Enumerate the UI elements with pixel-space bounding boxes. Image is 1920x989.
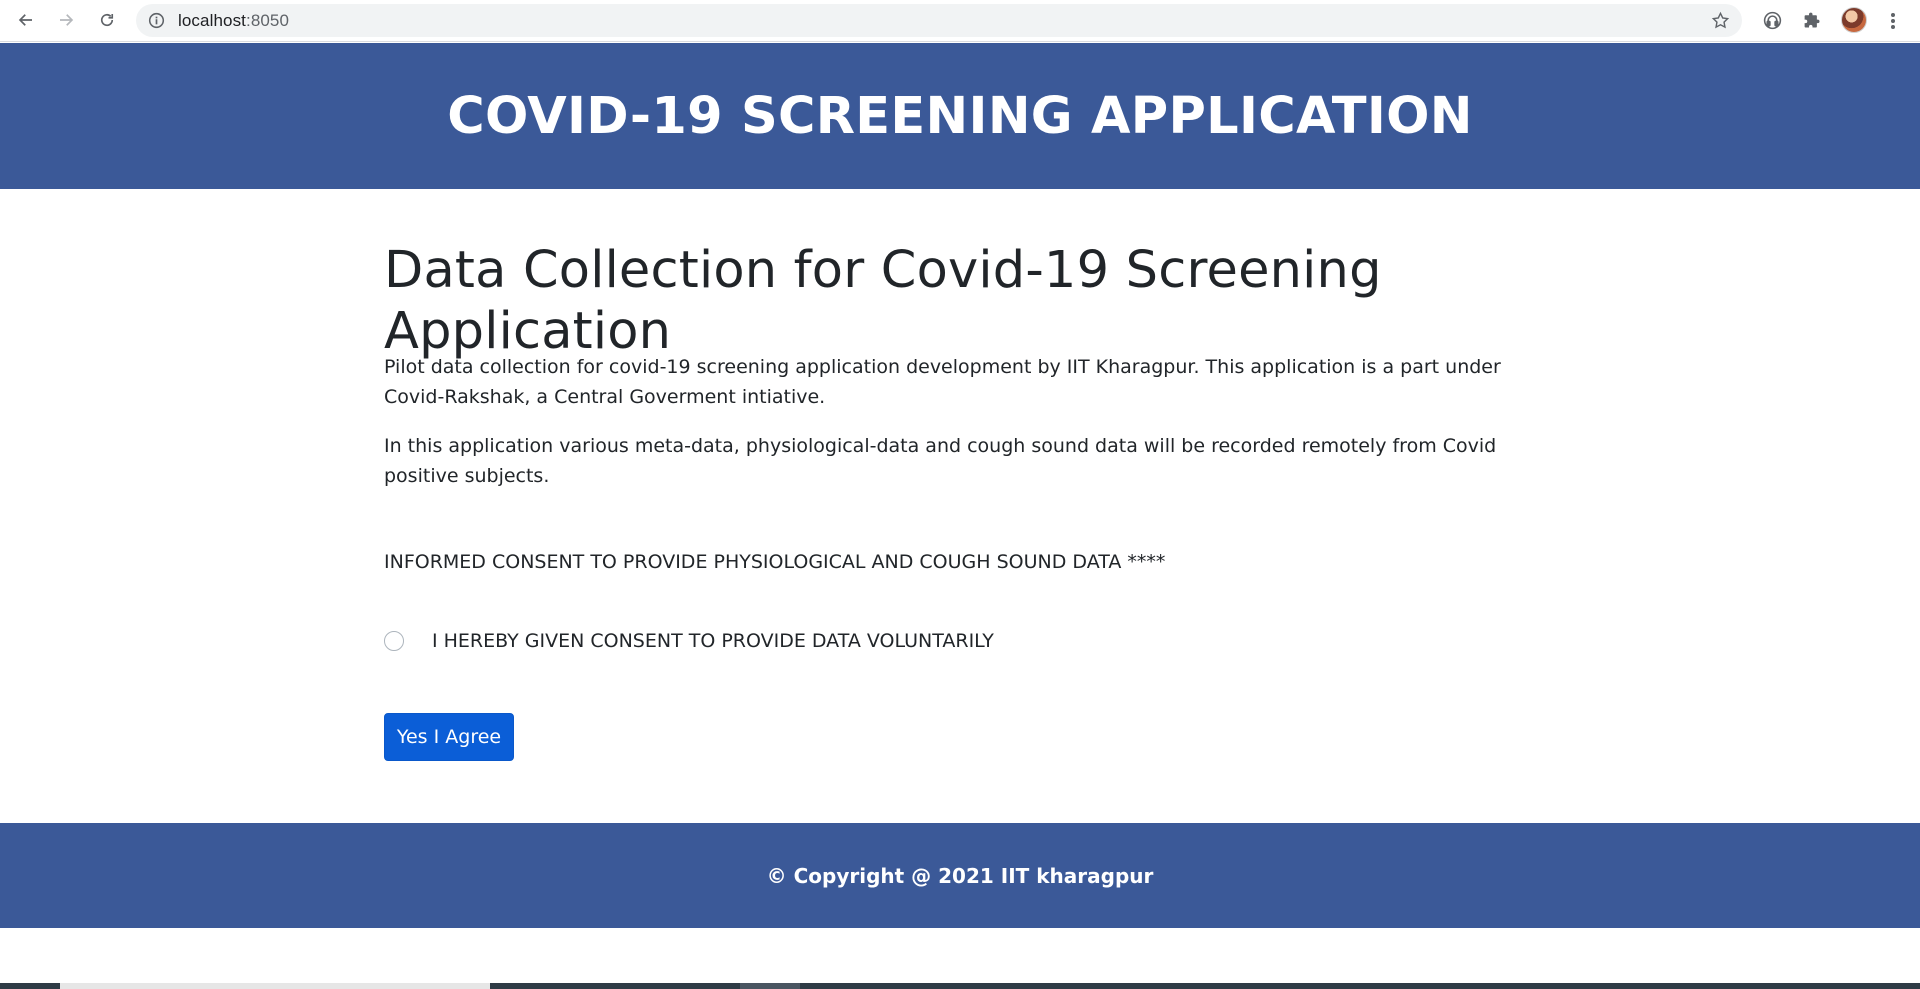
reload-icon[interactable]: [93, 6, 121, 34]
app-title: COVID-19 SCREENING APPLICATION: [447, 86, 1473, 146]
consent-radio-option[interactable]: I HEREBY GIVEN CONSENT TO PROVIDE DATA V…: [384, 630, 994, 652]
back-arrow-icon[interactable]: [12, 6, 40, 34]
browser-toolbar: localhost:8050: [0, 0, 1920, 42]
forward-arrow-icon[interactable]: [52, 6, 80, 34]
main-content: Data Collection for Covid-19 Screening A…: [384, 240, 1536, 761]
app-footer: © Copyright @ 2021 IIT kharagpur: [0, 823, 1920, 928]
taskbar-edge: [0, 983, 1920, 989]
info-icon[interactable]: [148, 12, 165, 29]
description-paragraph: In this application various meta-data, p…: [384, 435, 1497, 487]
intro-paragraph: Pilot data collection for covid-19 scree…: [384, 356, 1501, 408]
page-title: Data Collection for Covid-19 Screening A…: [384, 241, 1382, 362]
app-header: COVID-19 SCREENING APPLICATION: [0, 43, 1920, 189]
agree-button[interactable]: Yes I Agree: [384, 713, 514, 761]
star-icon[interactable]: [1711, 11, 1730, 30]
taskbar-segment: [60, 983, 490, 989]
taskbar-segment: [740, 983, 800, 989]
address-bar[interactable]: localhost:8050: [136, 4, 1742, 37]
headset-icon[interactable]: [1761, 9, 1783, 31]
consent-radio[interactable]: [384, 631, 404, 651]
consent-heading: INFORMED CONSENT TO PROVIDE PHYSIOLOGICA…: [384, 551, 1166, 573]
url-text[interactable]: localhost:8050: [178, 11, 289, 31]
puzzle-icon[interactable]: [1801, 9, 1823, 31]
url-host: localhost: [178, 11, 246, 30]
consent-label[interactable]: I HEREBY GIVEN CONSENT TO PROVIDE DATA V…: [432, 630, 994, 652]
avatar[interactable]: [1841, 7, 1867, 33]
copyright-text: © Copyright @ 2021 IIT kharagpur: [766, 863, 1154, 888]
kebab-menu-icon[interactable]: [1884, 9, 1902, 33]
url-port: :8050: [246, 11, 290, 30]
